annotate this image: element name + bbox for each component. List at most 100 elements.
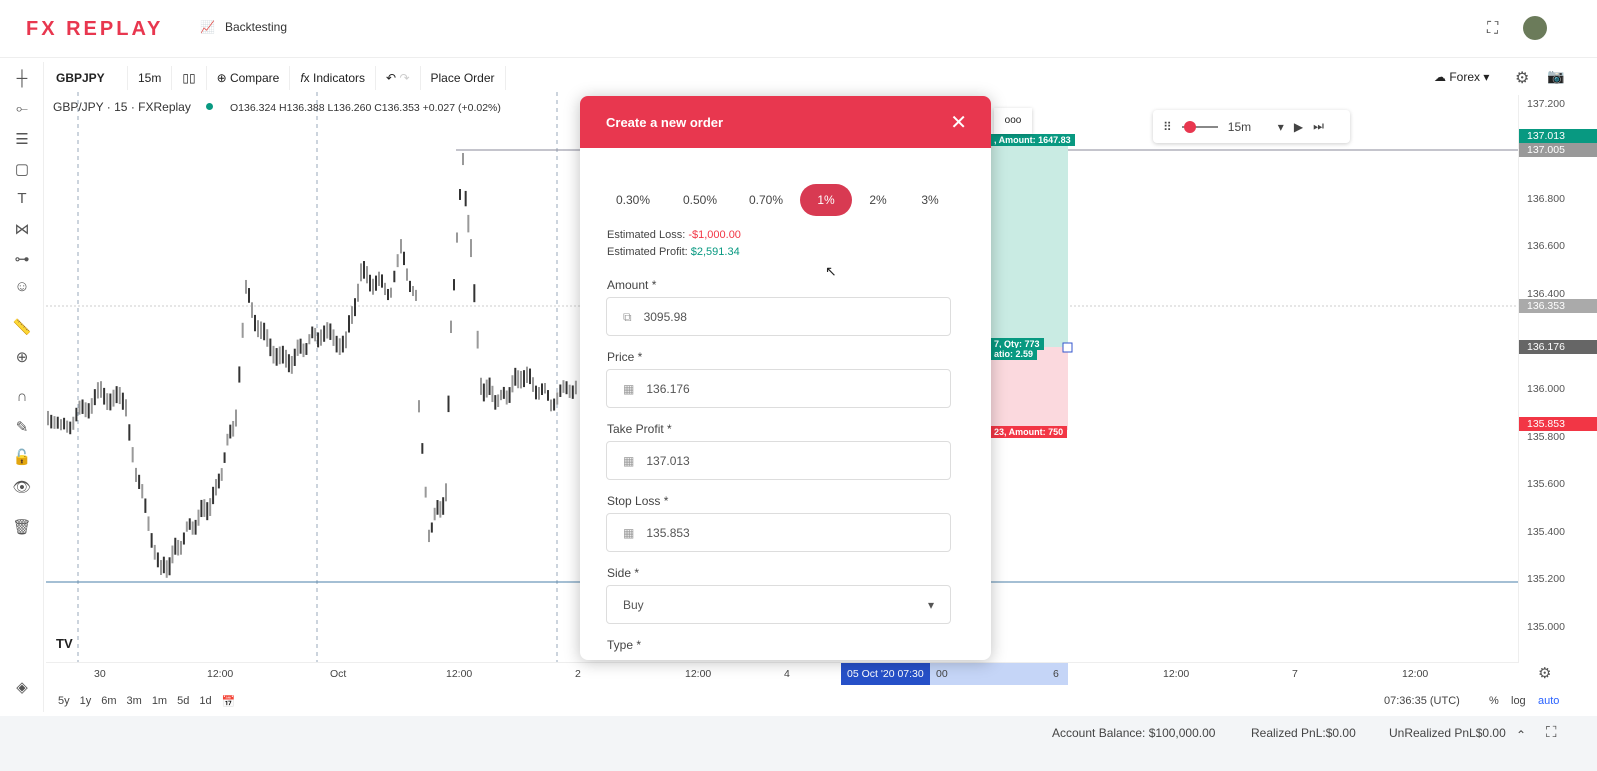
risk-option[interactable]: 0.70% bbox=[740, 184, 792, 216]
candle bbox=[418, 400, 420, 413]
candle-type-icon[interactable]: ▯▯ bbox=[172, 66, 207, 90]
log-toggle[interactable]: log bbox=[1511, 695, 1526, 707]
risk-option[interactable]: 3% bbox=[904, 184, 956, 216]
chevron-down-icon[interactable]: ▾ bbox=[1278, 120, 1284, 134]
candle bbox=[357, 283, 359, 302]
range-1m[interactable]: 1m bbox=[152, 695, 167, 708]
market-select[interactable]: ☁ Forex ▾ bbox=[1434, 70, 1489, 84]
lock-icon[interactable]: 🔓 bbox=[12, 448, 32, 466]
range-6m[interactable]: 6m bbox=[101, 695, 116, 708]
eye-icon[interactable]: 👁 bbox=[12, 478, 32, 496]
modal-title: Create a new order bbox=[606, 115, 724, 130]
candle bbox=[424, 486, 427, 498]
text-icon[interactable]: T bbox=[12, 190, 32, 207]
redo-icon[interactable]: ↷ bbox=[399, 71, 409, 85]
undo-icon[interactable]: ↶ bbox=[386, 71, 396, 85]
range-1d[interactable]: 1d bbox=[199, 695, 211, 708]
pencil-lock-icon[interactable]: ✎ bbox=[12, 418, 32, 436]
rectangle-icon[interactable]: ▢ bbox=[12, 160, 32, 178]
utc-clock[interactable]: 07:36:35 (UTC) bbox=[1384, 695, 1460, 707]
auto-toggle[interactable]: auto bbox=[1538, 695, 1559, 707]
candle bbox=[453, 279, 455, 291]
fullscreen-icon[interactable]: ⛶ bbox=[1487, 20, 1498, 38]
trendline-icon[interactable]: ⟜ bbox=[12, 100, 32, 117]
stop-loss-input[interactable]: ▦ 135.853 bbox=[606, 513, 951, 552]
candle bbox=[335, 335, 338, 353]
pattern-icon[interactable]: ⋈ bbox=[12, 220, 32, 238]
skip-icon[interactable]: ⏭ bbox=[1313, 119, 1324, 134]
candle bbox=[511, 375, 514, 393]
play-icon[interactable]: ▶ bbox=[1294, 120, 1303, 134]
range-3m[interactable]: 3m bbox=[127, 695, 142, 708]
undo-redo[interactable]: ↶ ↷ bbox=[376, 66, 421, 90]
candle bbox=[538, 387, 540, 400]
drag-handle-icon[interactable]: ⠿ bbox=[1163, 120, 1172, 134]
candle bbox=[450, 320, 452, 334]
range-5d[interactable]: 5d bbox=[177, 695, 189, 708]
candle bbox=[372, 278, 374, 295]
emoji-icon[interactable]: ☺ bbox=[12, 278, 32, 295]
layers-icon[interactable]: ◈ bbox=[12, 678, 32, 696]
candle bbox=[235, 409, 237, 427]
side-select[interactable]: Buy ▾ bbox=[606, 585, 951, 624]
speed-slider[interactable] bbox=[1181, 120, 1218, 133]
range-1y[interactable]: 1y bbox=[80, 695, 92, 708]
candle bbox=[430, 522, 433, 533]
risk-option-selected[interactable]: 1% bbox=[800, 184, 852, 216]
place-order-button[interactable]: Place Order bbox=[421, 66, 506, 90]
risk-option[interactable]: 0.30% bbox=[607, 184, 659, 216]
candle bbox=[544, 383, 546, 394]
take-profit-input[interactable]: ▦ 137.013 bbox=[606, 441, 951, 480]
calendar-icon[interactable]: 📅 bbox=[222, 695, 236, 708]
time-axis[interactable]: 30 12:00 Oct 12:00 2 12:00 4 00 6 12:00 … bbox=[46, 662, 1518, 685]
settings-icon[interactable]: ⚙ bbox=[1515, 68, 1529, 88]
logo[interactable]: FX REPLAY bbox=[26, 18, 163, 41]
candle bbox=[348, 315, 350, 333]
candle bbox=[535, 385, 537, 400]
measure-icon[interactable]: ⊶ bbox=[12, 250, 32, 268]
candle bbox=[369, 274, 371, 292]
time-label: 7 bbox=[1292, 668, 1298, 680]
amount-input[interactable]: ⧉ 3095.98 bbox=[606, 297, 951, 336]
candle bbox=[473, 284, 476, 303]
candle bbox=[421, 443, 424, 454]
indicators-button[interactable]: fx Indicators bbox=[290, 66, 377, 90]
trash-icon[interactable]: 🗑 bbox=[12, 518, 32, 536]
risk-option[interactable]: 0.50% bbox=[674, 184, 726, 216]
market-status-dot bbox=[206, 103, 213, 110]
price-input[interactable]: ▦ 136.176 bbox=[606, 369, 951, 408]
zoom-icon[interactable]: ⊕ bbox=[12, 348, 32, 366]
nav-backtesting[interactable]: 📈 Backtesting bbox=[200, 20, 287, 34]
magnet-icon[interactable]: ∩ bbox=[12, 388, 32, 405]
lines-icon[interactable]: ☰ bbox=[12, 130, 32, 148]
time-label: 12:00 bbox=[685, 668, 712, 680]
close-icon[interactable]: ✕ bbox=[950, 110, 967, 135]
symbol-button[interactable]: GBPJPY bbox=[46, 66, 128, 90]
ruler-icon[interactable]: 📏 bbox=[12, 318, 32, 336]
expand-icon[interactable]: ⛶ bbox=[1546, 724, 1557, 741]
entry-tag-2: atio: 2.59 bbox=[990, 348, 1038, 360]
price-axis[interactable]: 137.200 136.800 136.600 136.400 136.000 … bbox=[1518, 95, 1597, 663]
more-options-icon[interactable]: ooo bbox=[994, 108, 1032, 134]
candle bbox=[238, 366, 241, 383]
replay-interval[interactable]: 15m bbox=[1228, 120, 1268, 134]
avatar[interactable] bbox=[1523, 16, 1547, 40]
candle bbox=[87, 403, 90, 419]
calculator-icon: ▦ bbox=[623, 454, 635, 468]
candle bbox=[226, 433, 229, 446]
camera-icon[interactable]: 📷 bbox=[1547, 68, 1564, 85]
risk-option[interactable]: 2% bbox=[852, 184, 904, 216]
compare-label: Compare bbox=[229, 71, 280, 85]
candle bbox=[84, 402, 87, 418]
axis-settings-icon[interactable]: ⚙ bbox=[1538, 664, 1551, 682]
interval-button[interactable]: 15m bbox=[128, 66, 173, 90]
chart-legend: GBP/JPY · 15 · FXReplay bbox=[53, 100, 191, 114]
compare-button[interactable]: ⊕ Compare bbox=[207, 66, 291, 90]
crosshair-icon[interactable]: ┼ bbox=[12, 70, 32, 87]
candle bbox=[174, 537, 177, 555]
range-5y[interactable]: 5y bbox=[58, 695, 70, 708]
chevron-up-icon[interactable]: ⌃ bbox=[1516, 728, 1526, 742]
percent-toggle[interactable]: % bbox=[1489, 695, 1499, 707]
est-loss-label: Estimated Loss: bbox=[607, 229, 686, 241]
tradingview-logo[interactable]: TV bbox=[56, 636, 73, 651]
